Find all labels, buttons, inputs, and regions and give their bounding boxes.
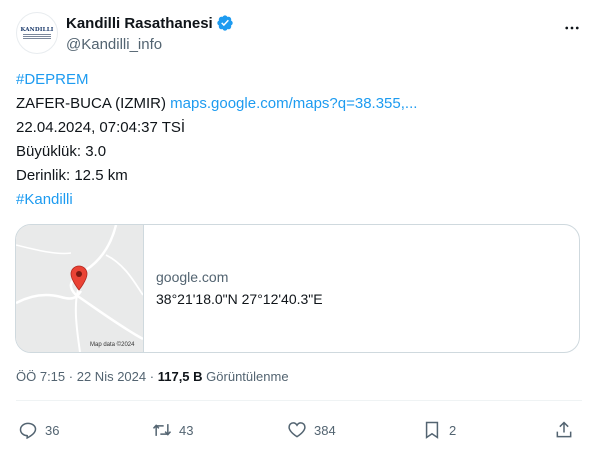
post-date[interactable]: 22 Nis 2024 — [77, 369, 146, 384]
meta-separator-2: · — [149, 369, 155, 384]
share-icon — [556, 421, 572, 438]
post-time[interactable]: ÖÖ 7:15 — [16, 369, 65, 384]
datetime-text: 22.04.2024, 07:04:37 TSİ — [16, 119, 186, 136]
avatar[interactable]: KANDILLI — [16, 12, 58, 54]
reply-icon — [19, 422, 37, 440]
meta-separator: · — [68, 369, 74, 384]
avatar-logo-text: KANDILLI — [20, 27, 54, 33]
card-info: google.com 38°21'18.0"N 27°12'40.3"E — [156, 269, 323, 307]
name-row: Kandilli Rasathanesi — [66, 14, 234, 32]
display-name[interactable]: Kandilli Rasathanesi — [66, 15, 213, 32]
verified-badge-icon — [217, 15, 233, 31]
like-button[interactable]: 384 — [287, 416, 336, 444]
hashtag-kandilli[interactable]: #Kandilli — [16, 191, 73, 208]
bookmark-count: 2 — [449, 422, 457, 438]
map-credit: Map data ©2024 — [90, 342, 135, 348]
map-thumbnail[interactable]: Map data ©2024 — [16, 225, 144, 352]
magnitude-text: Büyüklük: 3.0 — [16, 143, 107, 160]
post-meta: ÖÖ 7:15 · 22 Nis 2024 · 117,5 B Görüntül… — [16, 369, 289, 384]
card-domain: google.com — [156, 269, 229, 285]
repost-button[interactable]: 43 — [152, 416, 193, 444]
bookmark-icon — [425, 421, 439, 439]
depth-text: Derinlik: 12.5 km — [16, 167, 128, 184]
post-header: KANDILLI Kandilli Rasathanesi @Kandilli_… — [16, 12, 582, 56]
repost-icon — [152, 424, 172, 436]
hashtag-deprem[interactable]: #DEPREM — [16, 71, 89, 88]
link-card[interactable]: Map data ©2024 google.com 38°21'18.0"N 2… — [15, 224, 580, 353]
location-text: ZAFER-BUCA (IZMIR) — [16, 95, 166, 112]
bookmark-button[interactable]: 2 — [422, 416, 456, 444]
action-bar: 36 43 384 2 — [0, 416, 596, 444]
avatar-logo-lines — [23, 34, 51, 40]
card-title: 38°21'18.0"N 27°12'40.3"E — [156, 291, 323, 307]
share-button[interactable] — [554, 416, 574, 444]
map-link[interactable]: maps.google.com/maps?q=38.355,... — [170, 95, 417, 112]
more-options-icon[interactable] — [562, 18, 582, 38]
like-count: 384 — [314, 422, 336, 438]
post-text: #DEPREM ZAFER-BUCA (IZMIR) maps.google.c… — [16, 68, 582, 212]
handle[interactable]: @Kandilli_info — [66, 36, 162, 53]
repost-count: 43 — [179, 422, 194, 438]
reply-count: 36 — [45, 422, 60, 438]
views-count: 117,5 B — [157, 369, 203, 384]
reply-button[interactable]: 36 — [18, 416, 59, 444]
map-pin-icon — [70, 265, 88, 291]
like-icon — [288, 422, 306, 438]
divider — [16, 400, 582, 401]
views-label: Görüntülenme — [206, 369, 289, 384]
